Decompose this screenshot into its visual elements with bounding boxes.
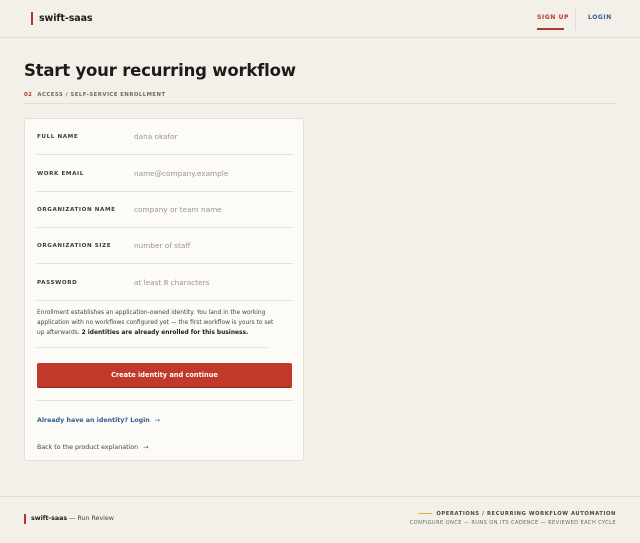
field-row-organization-name: ORGANIZATION NAME [37,192,293,228]
create-identity-button[interactable]: Create identity and continue [37,363,292,387]
nav-signup-link[interactable]: SIGN UP [537,14,569,22]
nav-login-link[interactable]: LOGIN [588,14,612,22]
login-link-label: Already have an identity? Login [37,417,150,424]
footer-brand: swift-saas — Run Review [24,514,114,524]
breadcrumb: 02 ACCESS / SELF-SERVICE ENROLLMENT [24,92,166,99]
organization-name-label: ORGANIZATION NAME [37,207,116,213]
organization-size-input[interactable] [134,236,292,254]
heading-divider [24,103,616,104]
field-row-organization-size: ORGANIZATION SIZE [37,228,293,264]
breadcrumb-step: 02 [24,92,33,98]
nav-active-indicator [537,28,564,30]
page-title: Start your recurring workflow [24,61,296,80]
password-label: PASSWORD [37,280,78,286]
enrollment-form: FULL NAME WORK EMAIL ORGANIZATION NAME O… [24,118,304,461]
brand-logo[interactable]: swift-saas [31,12,93,25]
back-link[interactable]: Back to the product explanation → [37,443,148,452]
breadcrumb-text: ACCESS / SELF-SERVICE ENROLLMENT [37,92,166,98]
full-name-input[interactable] [134,127,292,145]
field-row-work-email: WORK EMAIL [37,156,293,192]
enrollment-note: Enrollment establishes an application-ow… [37,308,281,339]
password-input[interactable] [134,273,292,291]
nav-divider [575,8,576,30]
accent-line [418,513,433,514]
footer-tagline: OPERATIONS / RECURRING WORKFLOW AUTOMATI… [418,511,616,518]
arrow-right-icon: → [154,417,161,424]
footer-brand-suffix: — Run Review [69,515,114,522]
footer-brand-name: swift-saas [31,515,68,522]
organization-size-label: ORGANIZATION SIZE [37,243,112,249]
full-name-label: FULL NAME [37,134,79,140]
enrolled-count-note: 2 identities are already enrolled for th… [81,330,249,337]
arrow-right-icon: → [143,444,149,451]
footer-divider [0,496,640,497]
work-email-label: WORK EMAIL [37,171,84,177]
back-link-label: Back to the product explanation [37,444,139,451]
top-bar: swift-saas SIGN UP LOGIN [0,0,640,38]
cta-divider [37,400,293,401]
organization-name-input[interactable] [134,200,292,218]
footer-subtagline: CONFIGURE ONCE — RUNS ON ITS CADENCE — R… [409,520,616,526]
work-email-input[interactable] [134,164,292,182]
note-divider [37,347,267,348]
field-row-password: PASSWORD [37,265,293,301]
login-link[interactable]: Already have an identity? Login → [37,416,160,425]
footer-tagline-text: OPERATIONS / RECURRING WORKFLOW AUTOMATI… [436,511,616,517]
field-row-full-name: FULL NAME [37,119,293,155]
